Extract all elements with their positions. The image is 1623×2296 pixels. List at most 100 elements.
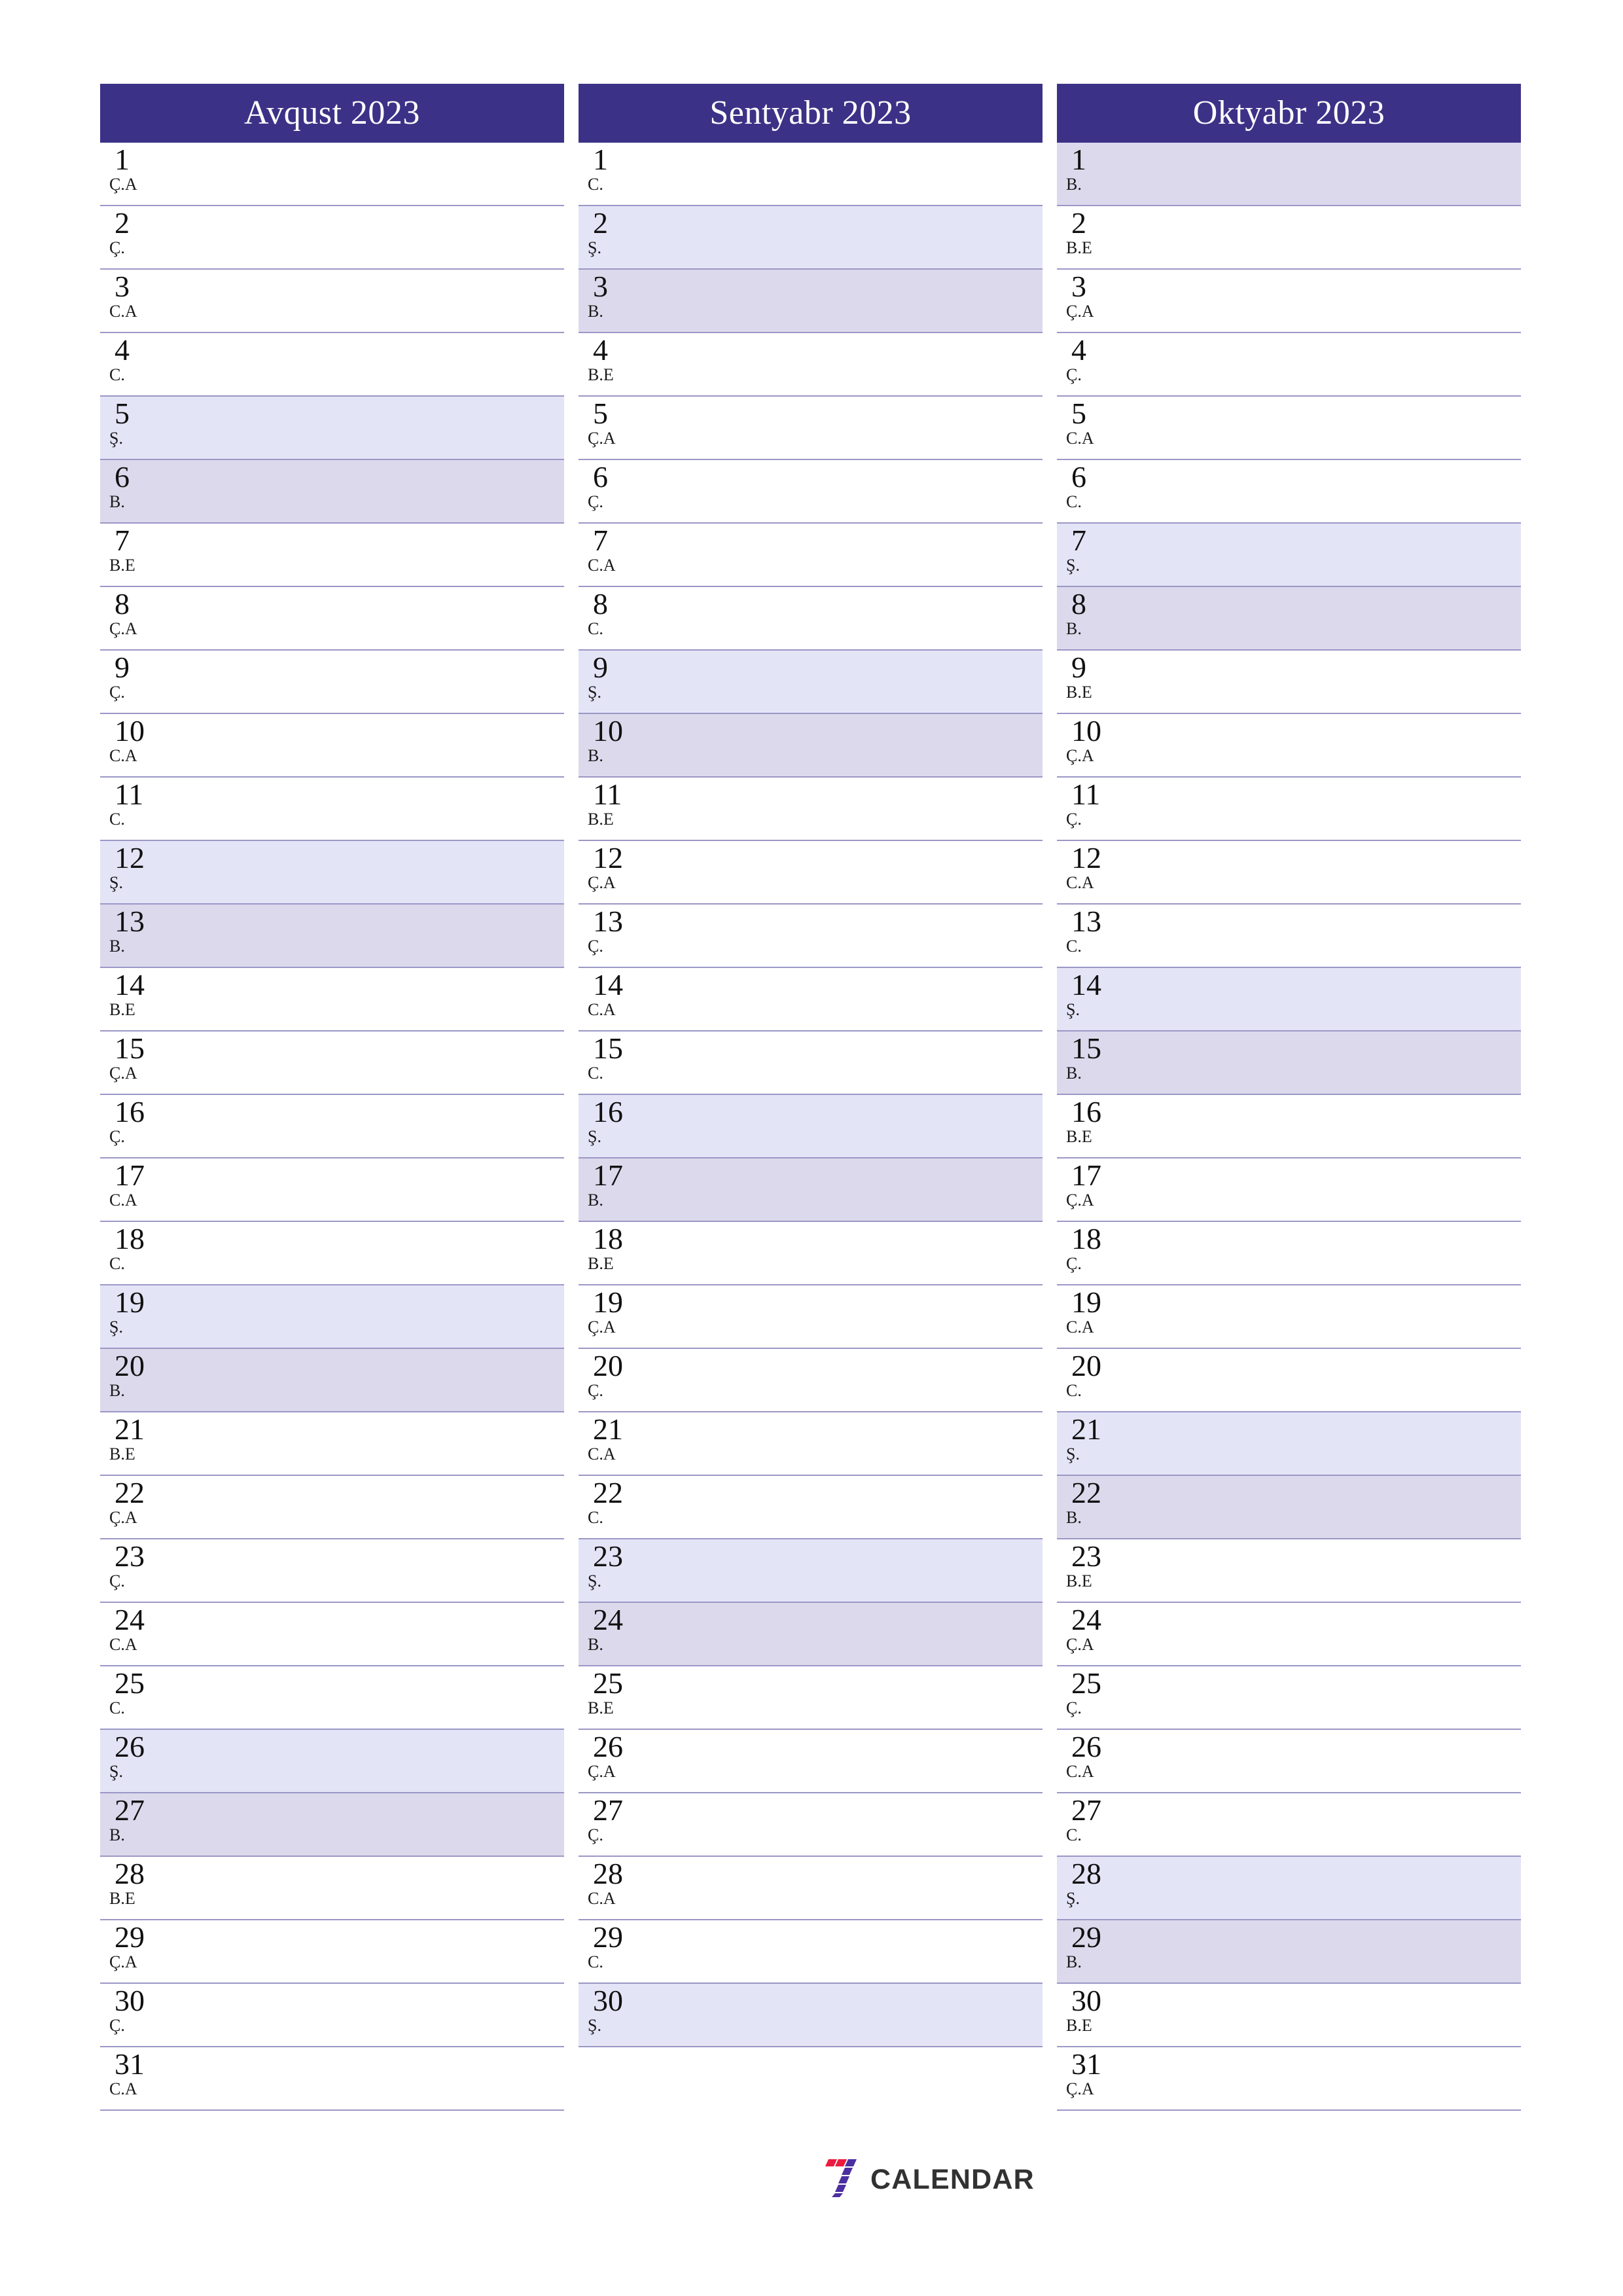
day-row[interactable]: 16 Ç. [100,1095,564,1158]
weekday-abbrev: C.A [588,555,616,575]
day-row[interactable]: 10 C.A [100,714,564,778]
day-row[interactable]: 2 Ş. [579,206,1043,270]
day-row[interactable]: 13 C. [1057,905,1521,968]
day-row[interactable]: 17 Ç.A [1057,1158,1521,1222]
weekday-abbrev: Ş. [588,238,601,257]
day-row[interactable]: 31 Ç.A [1057,2047,1521,2111]
day-row[interactable]: 6 Ç. [579,460,1043,524]
day-row[interactable]: 7 Ş. [1057,524,1521,587]
day-row[interactable]: 1 Ç.A [100,143,564,206]
day-row[interactable]: 6 C. [1057,460,1521,524]
day-row[interactable]: 13 B. [100,905,564,968]
day-row[interactable]: 7 C.A [579,524,1043,587]
day-row[interactable]: 3 Ç.A [1057,270,1521,333]
day-row[interactable]: 27 B. [100,1793,564,1857]
day-row[interactable]: 30 Ş. [579,1984,1043,2047]
day-row[interactable]: 8 Ç.A [100,587,564,651]
day-row[interactable]: 4 C. [100,333,564,397]
day-row[interactable]: 21 Ş. [1057,1412,1521,1476]
day-row[interactable]: 16 Ş. [579,1095,1043,1158]
day-row[interactable]: 15 B. [1057,1031,1521,1095]
day-row[interactable]: 3 C.A [100,270,564,333]
day-row[interactable]: 27 C. [1057,1793,1521,1857]
day-row[interactable]: 6 B. [100,460,564,524]
day-row[interactable]: 11 C. [100,778,564,841]
day-row[interactable]: 19 Ş. [100,1285,564,1349]
day-row[interactable]: 24 B. [579,1603,1043,1666]
day-row[interactable]: 30 B.E [1057,1984,1521,2047]
day-row[interactable]: 28 B.E [100,1857,564,1920]
day-row[interactable]: 22 Ç.A [100,1476,564,1539]
day-row[interactable]: 1 B. [1057,143,1521,206]
day-number: 31 [1071,2047,1101,2081]
day-row[interactable]: 4 Ç. [1057,333,1521,397]
day-row[interactable]: 27 Ç. [579,1793,1043,1857]
day-row[interactable]: 4 B.E [579,333,1043,397]
day-row[interactable]: 29 B. [1057,1920,1521,1984]
day-row[interactable]: 11 B.E [579,778,1043,841]
day-row[interactable]: 28 Ş. [1057,1857,1521,1920]
day-row[interactable]: 1 C. [579,143,1043,206]
day-row[interactable]: 17 C.A [100,1158,564,1222]
day-row[interactable]: 12 Ş. [100,841,564,905]
day-row[interactable]: 25 C. [100,1666,564,1730]
day-row[interactable]: 23 Ç. [100,1539,564,1603]
day-row[interactable]: 5 Ç.A [579,397,1043,460]
day-row[interactable]: 22 B. [1057,1476,1521,1539]
day-row[interactable]: 15 Ç.A [100,1031,564,1095]
day-row[interactable]: 31 C.A [100,2047,564,2111]
day-row[interactable]: 14 B.E [100,968,564,1031]
day-row[interactable]: 29 C. [579,1920,1043,1984]
day-row[interactable]: 17 B. [579,1158,1043,1222]
day-row[interactable]: 8 B. [1057,587,1521,651]
day-row[interactable]: 2 B.E [1057,206,1521,270]
day-row[interactable]: 25 Ç. [1057,1666,1521,1730]
day-row[interactable]: 9 Ç. [100,651,564,714]
day-row[interactable]: 26 Ş. [100,1730,564,1793]
day-number: 18 [115,1222,145,1255]
day-row[interactable]: 20 B. [100,1349,564,1412]
day-row[interactable]: 12 Ç.A [579,841,1043,905]
day-row[interactable]: 26 C.A [1057,1730,1521,1793]
day-row[interactable]: 29 Ç.A [100,1920,564,1984]
day-row[interactable]: 5 Ş. [100,397,564,460]
day-number: 4 [593,333,608,367]
day-row[interactable]: 7 B.E [100,524,564,587]
day-row[interactable]: 5 C.A [1057,397,1521,460]
weekday-abbrev: Ç.A [1066,745,1094,765]
day-row[interactable]: 20 Ç. [579,1349,1043,1412]
day-row[interactable]: 10 B. [579,714,1043,778]
day-row[interactable]: 22 C. [579,1476,1043,1539]
day-row[interactable]: 12 C.A [1057,841,1521,905]
day-row[interactable]: 19 Ç.A [579,1285,1043,1349]
day-row[interactable]: 21 C.A [579,1412,1043,1476]
day-row[interactable]: 14 C.A [579,968,1043,1031]
day-row[interactable]: 23 Ş. [579,1539,1043,1603]
day-row[interactable]: 8 C. [579,587,1043,651]
day-row[interactable]: 28 C.A [579,1857,1043,1920]
day-row[interactable]: 9 B.E [1057,651,1521,714]
day-row[interactable]: 24 C.A [100,1603,564,1666]
day-row[interactable]: 26 Ç.A [579,1730,1043,1793]
day-row[interactable]: 19 C.A [1057,1285,1521,1349]
day-row[interactable]: 10 Ç.A [1057,714,1521,778]
day-row[interactable]: 11 Ç. [1057,778,1521,841]
weekday-abbrev: Ç.A [588,872,616,892]
day-row[interactable]: 18 C. [100,1222,564,1285]
day-row[interactable]: 15 C. [579,1031,1043,1095]
day-row[interactable]: 13 Ç. [579,905,1043,968]
day-row[interactable]: 18 Ç. [1057,1222,1521,1285]
day-row[interactable]: 18 B.E [579,1222,1043,1285]
day-row[interactable]: 23 B.E [1057,1539,1521,1603]
day-row[interactable]: 30 Ç. [100,1984,564,2047]
weekday-abbrev: Ş. [109,1761,123,1781]
day-row[interactable]: 2 Ç. [100,206,564,270]
day-row[interactable]: 25 B.E [579,1666,1043,1730]
day-row[interactable]: 20 C. [1057,1349,1521,1412]
day-row[interactable]: 3 B. [579,270,1043,333]
day-row[interactable]: 24 Ç.A [1057,1603,1521,1666]
day-row[interactable]: 14 Ş. [1057,968,1521,1031]
day-row[interactable]: 9 Ş. [579,651,1043,714]
day-row[interactable]: 21 B.E [100,1412,564,1476]
day-row[interactable]: 16 B.E [1057,1095,1521,1158]
